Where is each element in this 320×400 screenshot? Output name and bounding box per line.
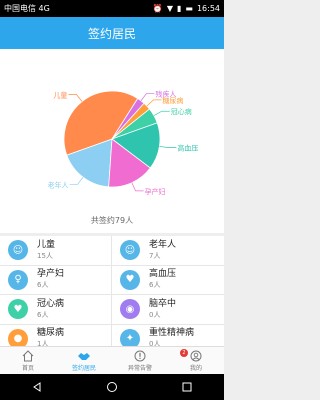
category-name: 冠心病 [37,298,65,309]
category-icon: ♥ [8,299,28,320]
home-nav-icon[interactable] [106,378,118,397]
pie-label-4: 冠心病 [171,107,192,116]
total-signed: 共签约79人 [0,209,224,233]
tab-signed-residents-label: 签约居民 [71,364,96,372]
pie-chart-area: 老年人 儿童 残疾人 糖尿病 冠心病 高血压 孕产妇 [0,49,224,209]
category-item[interactable]: ♥ 冠心病 6人 [0,295,112,325]
tab-mine-label: 我的 [189,364,202,372]
pie-label-2: 孕产妇 [145,187,166,196]
category-icon: ◉ [120,299,140,320]
wifi-icon: ▼ [166,4,173,13]
status-bar: 中国电信 4G ⏰ ▼ ▮ ▬ 16:54 [0,0,224,17]
tab-alerts[interactable]: 异常告警 2 [112,347,188,374]
category-item[interactable]: ♀ 孕产妇 6人 [0,265,112,295]
pie-leader-6 [140,93,155,101]
category-text: 高血压 6人 [149,269,176,290]
category-name: 重性精神病 [149,328,195,339]
tab-alerts-label: 异常告警 [127,364,152,372]
category-icon: ☺ [8,240,28,261]
category-item[interactable]: ◉ 脑卒中 0人 [112,295,224,325]
category-name: 脑卒中 [149,298,177,309]
pie-leader-1 [69,177,84,185]
carrier-label: 中国电信 4G [4,4,50,13]
category-text: 儿童 15人 [37,240,55,261]
pie-leader-4 [153,110,170,116]
category-count: 7人 [149,251,161,260]
category-text: 老年人 7人 [149,240,176,261]
total-signed-label: 共签约79人 [90,216,134,225]
tab-signed-residents[interactable]: 签约居民 [56,347,112,374]
category-grid: ☺ 儿童 15人 ☺ 老年人 7人 ♀ 孕产妇 6人 ♥ 高血压 6人 ♥ 冠心病 6人 ◉ 脑卒中 0人 ● 糖尿病… [0,236,224,354]
category-text: 冠心病 6人 [37,299,64,320]
category-name: 糖尿病 [37,328,65,339]
category-icon: ☺ [120,240,140,261]
category-item[interactable]: ☺ 儿童 15人 [0,236,112,266]
tab-home-label: 首页 [21,364,34,372]
category-count: 15人 [37,251,53,260]
category-name: 孕产妇 [37,269,65,280]
category-item[interactable]: ☺ 老年人 7人 [112,236,224,266]
category-icon: ♥ [120,269,140,290]
category-icon: ♀ [8,269,28,290]
category-name: 高血压 [149,269,177,280]
pie-leader-2 [131,182,144,192]
pie-chart: 老年人儿童 残疾人糖尿病冠心病高血压孕产妇 [48,90,199,196]
pie-label-1: 老年人 [48,180,69,189]
user-icon [190,350,202,363]
alarm-icon: ⏰ [152,4,163,13]
pie-label-0: 儿童 [53,90,67,99]
page-title: 签约居民 [87,26,136,41]
category-item[interactable]: ♥ 高血压 6人 [112,266,224,295]
category-count: 6人 [149,281,161,290]
category-text: 脑卒中 0人 [149,299,176,320]
category-name: 老年人 [149,239,177,250]
pie-leader-3 [159,145,177,149]
pie-leader-0 [68,94,83,102]
signal-icon: ▮ [176,4,182,13]
pie-label-3: 高血压 [177,144,198,153]
battery-icon: ▬ [185,4,193,13]
category-count: 0人 [149,310,161,319]
category-text: 孕产妇 6人 [37,269,64,290]
category-count: 6人 [37,281,49,290]
system-nav-bar [0,374,224,400]
tab-bar: 首页 签约居民 异常告警 2 我的 [0,346,224,374]
back-icon[interactable] [31,378,43,397]
alert-icon [134,350,146,363]
handshake-icon [77,350,91,363]
category-name: 儿童 [37,239,56,250]
category-count: 6人 [37,310,49,319]
tab-home[interactable]: 首页 [0,347,56,374]
home-icon [22,350,34,363]
pie-leader-5 [146,99,162,107]
pie-label-5: 糖尿病 [162,96,183,105]
time-label: 16:54 [196,4,220,13]
recents-icon[interactable] [181,378,193,397]
title-bar: 签约居民 [0,17,224,49]
tab-mine[interactable]: 我的 [168,347,224,374]
